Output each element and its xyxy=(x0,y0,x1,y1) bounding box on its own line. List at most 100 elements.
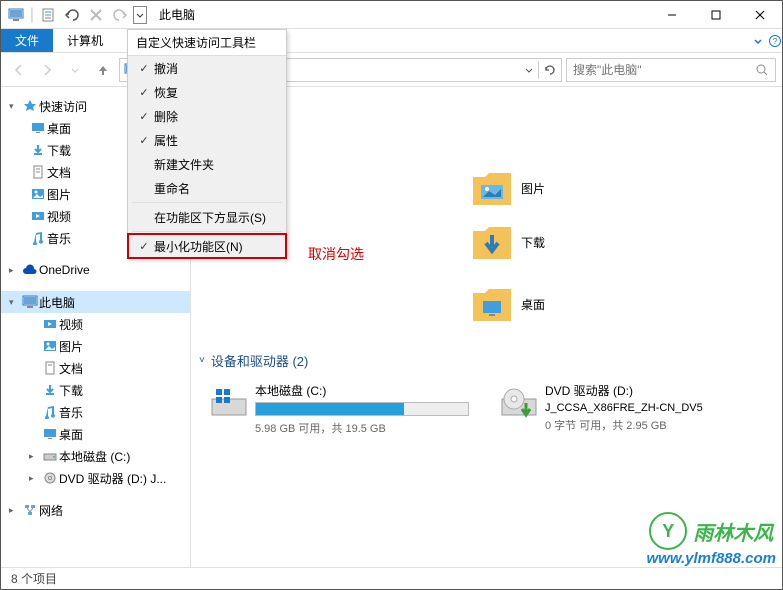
drive-dvd[interactable]: DVD 驱动器 (D:) J_CCSA_X86FRE_ZH-CN_DV5 0 字… xyxy=(499,382,759,436)
tree-onedrive[interactable]: ▸OneDrive xyxy=(1,259,190,281)
ribbon-expand-button[interactable]: ? xyxy=(752,29,782,52)
tree-item-pictures[interactable]: ▸图片 xyxy=(1,335,190,357)
svg-text:?: ? xyxy=(773,37,778,46)
expand-icon[interactable]: ▸ xyxy=(9,505,21,516)
picture-folder-icon xyxy=(469,167,515,209)
check-icon: ✓ xyxy=(134,134,154,147)
dvd-icon xyxy=(41,471,59,485)
expand-icon[interactable]: ▾ xyxy=(9,297,21,308)
picture-icon xyxy=(29,188,47,200)
close-button[interactable] xyxy=(738,1,782,29)
network-icon xyxy=(21,503,39,517)
tree-item-desktop[interactable]: ▸桌面 xyxy=(1,423,190,445)
annotation-text: 取消勾选 xyxy=(308,244,364,264)
picture-icon xyxy=(41,340,59,352)
drive-title: 本地磁盘 (C:) xyxy=(255,382,469,399)
tree-item-downloads[interactable]: ▸下载 xyxy=(1,379,190,401)
minimize-button[interactable] xyxy=(650,1,694,29)
nav-back-button[interactable] xyxy=(7,58,31,82)
menu-item-rename[interactable]: 重命名 xyxy=(128,176,286,200)
star-icon xyxy=(21,99,39,113)
search-box[interactable] xyxy=(566,58,776,82)
drive-usage-bar xyxy=(255,402,469,416)
folder-downloads[interactable]: 下载 xyxy=(469,221,699,263)
menu-header: 自定义快速访问工具栏 xyxy=(128,30,286,56)
check-icon: ✓ xyxy=(134,240,154,253)
qat-delete-icon[interactable] xyxy=(85,4,107,26)
tree-item-music[interactable]: ▸音乐 xyxy=(1,401,190,423)
tree-item-videos[interactable]: ▸视频 xyxy=(1,313,190,335)
dvd-icon xyxy=(499,382,539,422)
music-icon xyxy=(41,405,59,419)
expand-icon[interactable]: ▸ xyxy=(9,265,21,276)
drive-label: J_CCSA_X86FRE_ZH-CN_DV5 xyxy=(545,402,759,414)
window-controls xyxy=(650,1,782,29)
qat-customize-menu: 自定义快速访问工具栏 ✓撤消 ✓恢复 ✓删除 ✓属性 新建文件夹 重命名 在功能… xyxy=(127,29,287,259)
download-icon xyxy=(41,383,59,397)
refresh-icon[interactable] xyxy=(543,63,557,77)
desktop-icon xyxy=(41,428,59,440)
tab-computer[interactable]: 计算机 xyxy=(53,29,117,52)
check-icon: ✓ xyxy=(134,62,154,75)
tree-item-local-disk[interactable]: ▸本地磁盘 (C:) xyxy=(1,445,190,467)
chevron-down-icon[interactable] xyxy=(524,65,534,75)
nav-history-button[interactable] xyxy=(63,58,87,82)
disk-icon xyxy=(209,382,249,422)
drive-local-disk[interactable]: 本地磁盘 (C:) 5.98 GB 可用，共 19.5 GB xyxy=(209,382,469,436)
section-devices[interactable]: ˅ 设备和驱动器 (2) xyxy=(199,351,774,370)
search-input[interactable] xyxy=(573,63,755,77)
menu-item-redo[interactable]: ✓恢复 xyxy=(128,80,286,104)
status-text: 8 个项目 xyxy=(11,570,57,587)
tree-this-pc[interactable]: ▾此电脑 xyxy=(1,291,190,313)
status-bar: 8 个项目 xyxy=(1,567,782,589)
tree-network[interactable]: ▸网络 xyxy=(1,499,190,521)
quick-access-toolbar: | xyxy=(1,4,151,26)
menu-item-properties[interactable]: ✓属性 xyxy=(128,128,286,152)
qat-redo-icon[interactable] xyxy=(109,4,131,26)
document-icon xyxy=(41,361,59,375)
video-icon xyxy=(41,318,59,330)
menu-item-minimize-ribbon[interactable]: ✓最小化功能区(N) xyxy=(128,234,286,258)
watermark-brand: 雨林木风 xyxy=(693,517,773,546)
tab-file[interactable]: 文件 xyxy=(1,29,53,52)
ribbon-tabs: 文件 计算机 ? xyxy=(1,29,782,53)
qat-undo-icon[interactable] xyxy=(61,4,83,26)
menu-separator xyxy=(132,202,282,203)
drive-subtitle: 5.98 GB 可用，共 19.5 GB xyxy=(255,420,469,436)
menu-item-newfolder[interactable]: 新建文件夹 xyxy=(128,152,286,176)
watermark-url: www.ylmf888.com xyxy=(647,550,777,567)
maximize-button[interactable] xyxy=(694,1,738,29)
folder-pictures[interactable]: 图片 xyxy=(469,167,699,209)
window-title: 此电脑 xyxy=(159,6,195,23)
menu-item-undo[interactable]: ✓撤消 xyxy=(128,56,286,80)
qat-properties-icon[interactable] xyxy=(37,4,59,26)
drive-title: DVD 驱动器 (D:) xyxy=(545,382,759,399)
check-icon: ✓ xyxy=(134,86,154,99)
desktop-icon xyxy=(29,122,47,134)
expand-icon[interactable]: ▸ xyxy=(29,451,41,462)
menu-item-show-below[interactable]: 在功能区下方显示(S) xyxy=(128,205,286,229)
desktop-folder-icon xyxy=(469,283,515,325)
menu-separator xyxy=(132,231,282,232)
pc-icon xyxy=(21,295,39,309)
search-icon[interactable] xyxy=(755,63,769,77)
music-icon xyxy=(29,231,47,245)
nav-forward-button[interactable] xyxy=(35,58,59,82)
video-icon xyxy=(29,210,47,222)
tree-item-dvd[interactable]: ▸DVD 驱动器 (D:) J... xyxy=(1,467,190,489)
menu-item-delete[interactable]: ✓删除 xyxy=(128,104,286,128)
disk-icon xyxy=(41,450,59,462)
document-icon xyxy=(29,165,47,179)
chevron-down-icon: ˅ xyxy=(199,355,205,366)
expand-icon[interactable]: ▾ xyxy=(9,101,21,112)
check-icon: ✓ xyxy=(134,110,154,123)
qat-pc-icon[interactable] xyxy=(5,4,27,26)
watermark: Y 雨林木风 www.ylmf888.com xyxy=(647,512,777,567)
cloud-icon xyxy=(21,264,39,276)
qat-dropdown-toggle[interactable] xyxy=(133,6,147,24)
expand-icon[interactable]: ▸ xyxy=(29,473,41,484)
folder-desktop[interactable]: 桌面 xyxy=(469,283,699,325)
drive-subtitle: 0 字节 可用，共 2.95 GB xyxy=(545,417,759,433)
tree-item-documents[interactable]: ▸文档 xyxy=(1,357,190,379)
nav-up-button[interactable] xyxy=(91,58,115,82)
